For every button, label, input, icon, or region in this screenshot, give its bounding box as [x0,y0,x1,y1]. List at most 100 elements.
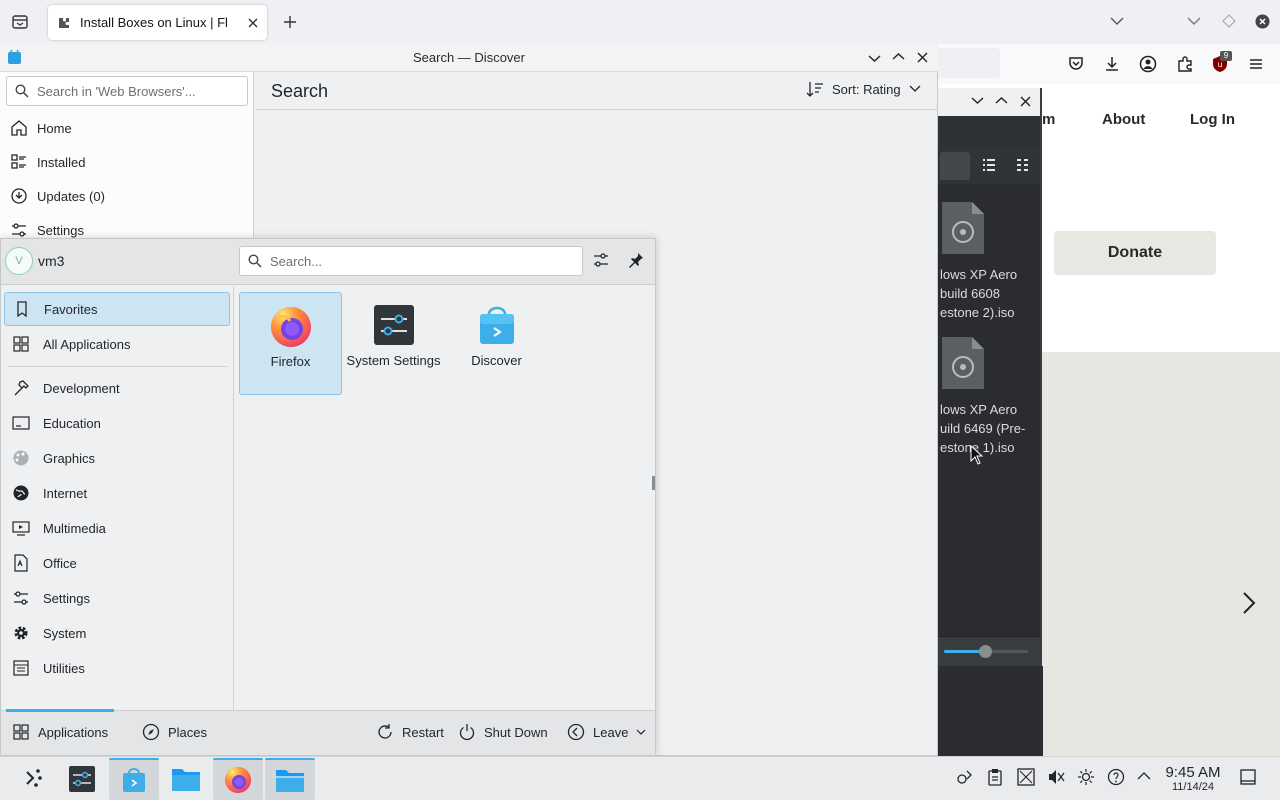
task-file-dialog[interactable] [265,758,315,800]
shutdown-button[interactable]: Shut Down [458,723,548,741]
nav-link-partial[interactable]: m [1042,111,1055,128]
sort-label: Sort: Rating [832,81,901,97]
puzzle-favicon-icon [56,15,72,31]
chevron-down-icon [636,729,646,736]
compass-icon [142,723,160,741]
category-development[interactable]: Development [4,371,230,405]
category-education[interactable]: Education [4,406,230,440]
education-icon [12,414,30,432]
screenshot-icon[interactable] [1017,768,1035,786]
app-discover[interactable]: Discover [445,292,548,395]
multimedia-icon [12,519,30,537]
configure-icon[interactable] [592,251,610,269]
pocket-icon[interactable] [1067,55,1085,73]
leave-icon [567,723,585,741]
nav-link-about[interactable]: About [1102,111,1145,128]
category-label: Settings [43,590,90,606]
show-desktop-icon[interactable] [1239,768,1257,786]
tab-overflow-chevron-icon[interactable] [1110,16,1124,26]
avatar[interactable]: V [5,247,33,275]
category-favorites[interactable]: Favorites [4,292,230,326]
category-label: Development [43,380,120,396]
discover-maximize-icon[interactable] [892,52,905,61]
close-tab-icon[interactable] [247,17,259,29]
category-office[interactable]: Office [4,546,230,580]
minimize-icon[interactable] [1187,16,1201,26]
discover-search-input[interactable]: Search in 'Web Browsers'... [6,76,248,106]
dialog-view-button[interactable] [940,152,970,180]
tab-list-icon[interactable] [11,13,29,31]
category-graphics[interactable]: Graphics [4,441,230,475]
file-item[interactable]: lows XP Aero uild 6469 (Pre- estone 1).i… [940,400,1040,457]
power-icon [458,723,476,741]
icon-view-icon[interactable] [1015,157,1031,173]
file-item[interactable]: lows XP Aero build 6608 estone 2).iso [940,265,1040,322]
button-label: Restart [402,724,444,740]
network-icon[interactable] [1107,768,1125,786]
tab-label: Applications [38,724,109,740]
zoom-slider-handle[interactable] [979,645,992,658]
chevron-down-icon [909,85,921,93]
new-tab-icon[interactable] [282,14,298,30]
dialog-maximize-icon[interactable] [995,96,1008,105]
discover-close-icon[interactable] [917,52,928,63]
category-label: Office [43,555,77,571]
category-settings[interactable]: Settings [4,581,230,615]
pin-icon[interactable] [627,251,645,269]
category-all-applications[interactable]: All Applications [4,327,230,361]
office-icon [12,554,30,572]
task-discover[interactable] [109,758,159,800]
task-system-settings[interactable] [57,758,107,800]
app-system-settings[interactable]: System Settings [342,292,445,395]
application-launcher-button[interactable] [8,758,58,800]
account-icon[interactable] [1139,55,1157,73]
launcher-search-input[interactable]: Search... [239,246,583,276]
iso-file-icon [940,335,986,391]
downloads-icon[interactable] [1103,55,1121,73]
category-label: Multimedia [43,520,106,536]
close-window-icon[interactable] [1255,14,1270,29]
clock-time[interactable]: 9:45 AM [1160,764,1226,781]
donate-button[interactable]: Donate [1054,231,1216,275]
dialog-minimize-icon[interactable] [971,96,984,105]
dialog-close-icon[interactable] [1020,96,1031,107]
detailed-view-icon[interactable] [981,157,997,173]
nav-link-login[interactable]: Log In [1190,111,1235,128]
task-firefox[interactable] [213,758,263,800]
search-icon [248,254,262,268]
firefox-tab[interactable]: Install Boxes on Linux | Fl [48,5,267,40]
volume-muted-icon[interactable] [1047,768,1065,786]
task-file-manager[interactable] [161,758,211,800]
user-name: vm3 [38,253,65,269]
clipboard-icon[interactable] [986,768,1004,786]
brightness-icon[interactable] [1077,768,1095,786]
discover-minimize-icon[interactable] [868,54,881,63]
leave-button[interactable]: Leave [567,723,646,741]
resize-handle[interactable] [652,476,655,490]
category-system[interactable]: System [4,616,230,650]
extensions-icon[interactable] [1176,55,1194,73]
sidebar-item-installed[interactable]: Installed [0,145,253,179]
sliders-icon [12,589,30,607]
app-firefox[interactable]: Firefox [239,292,342,395]
clock-date[interactable]: 11/14/24 [1160,781,1226,793]
tab-places[interactable]: Places [142,723,207,741]
category-internet[interactable]: Internet [4,476,230,510]
sort-dropdown[interactable]: Sort: Rating [806,80,921,98]
restart-button[interactable]: Restart [376,723,444,741]
menu-hamburger-icon[interactable] [1248,56,1264,72]
sidebar-item-updates[interactable]: Updates (0) [0,179,253,213]
search-placeholder: Search... [270,253,323,269]
maximize-icon[interactable] [1222,14,1236,28]
gpu-switch-icon[interactable] [956,768,974,786]
window-title: Search — Discover [413,50,525,65]
show-hidden-icons-chevron-icon[interactable] [1136,768,1152,784]
tab-applications[interactable]: Applications [12,723,108,741]
firefox-icon [223,765,253,795]
url-bar[interactable] [930,48,1000,78]
carousel-next-icon[interactable] [1236,590,1260,616]
category-multimedia[interactable]: Multimedia [4,511,230,545]
category-utilities[interactable]: Utilities [4,651,230,685]
zoom-slider-fill [944,650,984,653]
sidebar-item-home[interactable]: Home [0,111,253,145]
